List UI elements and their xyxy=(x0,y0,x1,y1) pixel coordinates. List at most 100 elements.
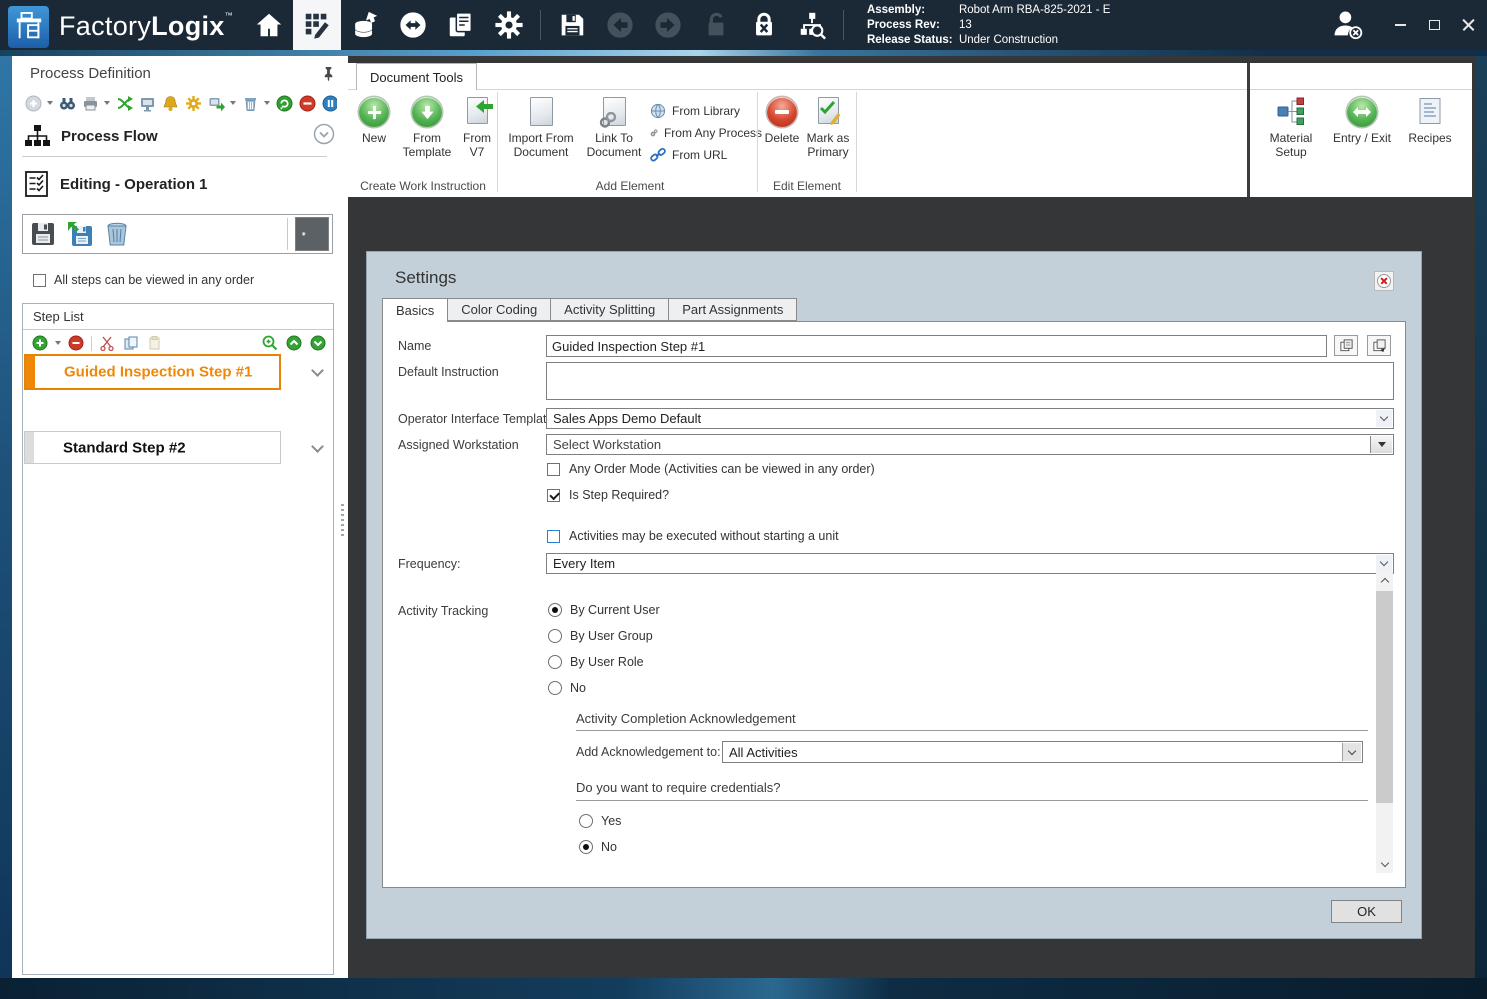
minimize-button[interactable] xyxy=(1393,18,1407,32)
deploy-icon[interactable] xyxy=(207,94,225,112)
copy-name-button[interactable] xyxy=(1334,335,1358,356)
add-dropdown-icon[interactable] xyxy=(47,101,53,105)
print-dropdown-icon[interactable] xyxy=(104,101,110,105)
assembly-info: Assembly: Robot Arm RBA-825-2021 - E Proc… xyxy=(867,3,1111,48)
collapse-arrow-icon[interactable] xyxy=(313,123,335,145)
content-scrollbar[interactable] xyxy=(1376,572,1393,873)
save-step-icon[interactable] xyxy=(26,217,60,251)
frequency-label: Frequency: xyxy=(398,557,461,571)
step-item[interactable]: Standard Step #2 xyxy=(24,431,281,464)
move-down-icon[interactable] xyxy=(309,334,327,352)
from-template-button[interactable]: From Template xyxy=(396,95,458,159)
step-list: Step List Guided Inspection Step #1 Stan… xyxy=(22,303,334,975)
remove-icon[interactable] xyxy=(298,94,316,112)
home-icon[interactable] xyxy=(245,0,293,50)
acknowledgement-select[interactable]: All Activities xyxy=(722,741,1363,763)
back-icon[interactable] xyxy=(596,0,644,50)
workstation-icon[interactable] xyxy=(138,94,156,112)
move-up-icon[interactable] xyxy=(285,334,303,352)
save-as-icon[interactable] xyxy=(63,217,97,251)
from-any-process-button[interactable]: From Any Process xyxy=(650,124,762,142)
is-step-required-checkbox[interactable] xyxy=(547,489,560,502)
from-library-button[interactable]: From Library xyxy=(650,102,762,120)
cut-icon[interactable] xyxy=(98,334,116,352)
material-setup-button[interactable]: Material Setup xyxy=(1261,95,1321,159)
assigned-workstation-combo[interactable]: Select Workstation xyxy=(546,434,1394,455)
remove-step-icon[interactable] xyxy=(67,334,85,352)
documents-icon[interactable] xyxy=(437,0,485,50)
scroll-down-icon[interactable] xyxy=(1376,856,1393,873)
editing-label: Editing - Operation 1 xyxy=(60,175,208,193)
link-to-document-button[interactable]: Link To Document xyxy=(582,95,646,159)
deploy-dropdown-icon[interactable] xyxy=(230,101,236,105)
maximize-button[interactable] xyxy=(1427,18,1441,32)
delete-icon[interactable] xyxy=(241,94,259,112)
material-handling-icon[interactable] xyxy=(341,0,389,50)
panel-splitter[interactable] xyxy=(337,56,348,978)
alert-bell-icon[interactable] xyxy=(161,94,179,112)
tab-document-tools[interactable]: Document Tools xyxy=(356,63,477,90)
user-logout-icon[interactable] xyxy=(1331,9,1367,42)
mark-as-primary-button[interactable]: Mark as Primary xyxy=(802,95,854,159)
step-expand-icon[interactable] xyxy=(311,364,324,377)
dialog-close-button[interactable] xyxy=(1374,271,1394,291)
find-step-icon[interactable] xyxy=(261,334,279,352)
scrollbar-thumb[interactable] xyxy=(1376,591,1393,803)
settings-gear-icon[interactable] xyxy=(485,0,533,50)
tracking-by-current-user-radio[interactable] xyxy=(548,603,562,617)
without-unit-checkbox[interactable] xyxy=(547,530,560,543)
refresh-icon[interactable] xyxy=(275,94,293,112)
tab-activity-splitting[interactable]: Activity Splitting xyxy=(551,298,670,321)
credentials-yes-label: Yes xyxy=(601,814,622,828)
find-icon[interactable] xyxy=(58,94,76,112)
configure-gear-icon[interactable] xyxy=(184,94,202,112)
tracking-no-radio[interactable] xyxy=(548,681,562,695)
operator-interface-template-select[interactable]: Sales Apps Demo Default xyxy=(546,408,1394,429)
any-order-mode-checkbox[interactable] xyxy=(547,463,560,476)
pin-icon[interactable] xyxy=(321,66,336,81)
process-flow-header[interactable]: Process Flow xyxy=(24,124,158,148)
add-step-dropdown-icon[interactable] xyxy=(55,341,61,345)
edit-notes-icon[interactable] xyxy=(295,217,329,251)
paste-name-button[interactable] xyxy=(1367,335,1391,356)
close-button[interactable] xyxy=(1461,18,1475,32)
add-step-icon[interactable] xyxy=(31,334,49,352)
unlock-icon[interactable] xyxy=(692,0,740,50)
recipes-button[interactable]: Recipes xyxy=(1403,95,1457,145)
routing-icon[interactable] xyxy=(115,94,133,112)
credentials-yes-radio[interactable] xyxy=(579,814,593,828)
delete-dropdown-icon[interactable] xyxy=(264,101,270,105)
tab-basics[interactable]: Basics xyxy=(382,298,449,322)
dropdown-button-icon[interactable] xyxy=(1370,436,1392,453)
import-from-document-button[interactable]: Import From Document xyxy=(502,95,580,159)
tab-color-coding[interactable]: Color Coding xyxy=(448,298,552,321)
credentials-no-radio[interactable] xyxy=(579,840,593,854)
copy-icon[interactable] xyxy=(122,334,140,352)
step-expand-icon[interactable] xyxy=(311,440,324,453)
new-button[interactable]: New xyxy=(354,95,394,145)
print-icon[interactable] xyxy=(81,94,99,112)
any-order-checkbox[interactable] xyxy=(33,274,46,287)
tracking-by-user-group-radio[interactable] xyxy=(548,629,562,643)
name-input[interactable] xyxy=(546,335,1327,357)
delete-step-icon[interactable] xyxy=(100,217,134,251)
default-instruction-textarea[interactable] xyxy=(546,362,1394,400)
delete-element-button[interactable]: Delete xyxy=(762,95,802,145)
lock-close-icon[interactable] xyxy=(740,0,788,50)
from-url-button[interactable]: From URL xyxy=(650,146,762,164)
process-search-icon[interactable] xyxy=(788,0,836,50)
scroll-up-icon[interactable] xyxy=(1376,572,1393,589)
entry-exit-button[interactable]: Entry / Exit xyxy=(1325,95,1399,145)
step-item-selected[interactable]: Guided Inspection Step #1 xyxy=(24,354,281,390)
process-editor-icon[interactable] xyxy=(292,0,341,50)
add-icon[interactable] xyxy=(24,94,42,112)
from-v7-button[interactable]: From V7 xyxy=(460,95,494,159)
tab-part-assignments[interactable]: Part Assignments xyxy=(669,298,798,321)
tracking-by-user-role-radio[interactable] xyxy=(548,655,562,669)
frequency-select[interactable]: Every Item xyxy=(546,553,1394,574)
transfer-icon[interactable] xyxy=(389,0,437,50)
save-icon[interactable] xyxy=(548,0,596,50)
ok-button[interactable]: OK xyxy=(1331,900,1402,923)
forward-icon[interactable] xyxy=(644,0,692,50)
paste-icon[interactable] xyxy=(146,334,164,352)
